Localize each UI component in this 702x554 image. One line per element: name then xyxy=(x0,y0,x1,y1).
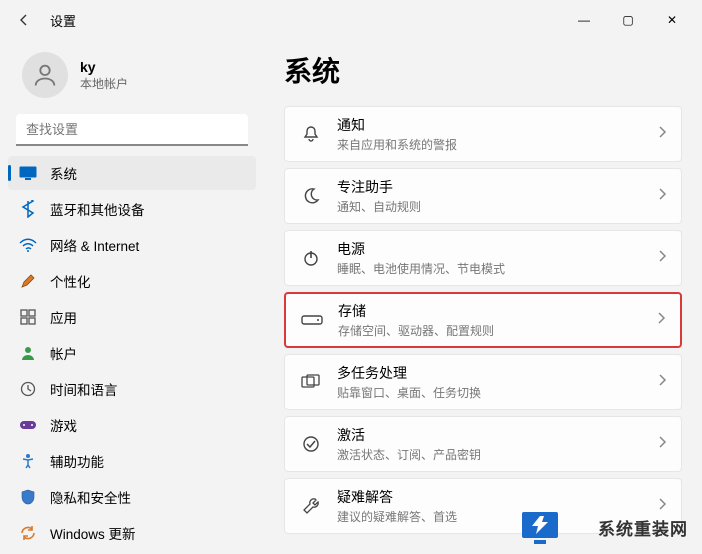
card-subtitle: 来自应用和系统的警报 xyxy=(337,136,657,153)
nav-label: 系统 xyxy=(50,163,77,183)
nav-gaming[interactable]: 游戏 xyxy=(8,408,256,442)
chevron-right-icon xyxy=(657,187,667,206)
nav-bluetooth[interactable]: 蓝牙和其他设备 xyxy=(8,192,256,226)
card-multitasking[interactable]: 多任务处理 贴靠窗口、桌面、任务切换 xyxy=(284,354,682,410)
main-panel: 系统 通知 来自应用和系统的警报 专注助手 通知、自动规则 xyxy=(264,40,702,554)
card-subtitle: 睡眠、电池使用情况、节电模式 xyxy=(337,260,657,277)
search-input[interactable] xyxy=(16,114,248,146)
watermark-text: 系统重装网 xyxy=(598,515,688,540)
chevron-right-icon xyxy=(657,435,667,454)
shield-icon xyxy=(18,487,38,507)
clock-icon xyxy=(18,379,38,399)
card-power[interactable]: 电源 睡眠、电池使用情况、节电模式 xyxy=(284,230,682,286)
bluetooth-icon xyxy=(18,199,38,219)
update-icon xyxy=(18,523,38,543)
nav-label: 隐私和安全性 xyxy=(50,487,131,507)
nav-label: 应用 xyxy=(50,307,77,327)
chevron-right-icon xyxy=(657,125,667,144)
window-title: 设置 xyxy=(50,11,76,30)
nav-label: 时间和语言 xyxy=(50,379,118,399)
avatar xyxy=(22,52,68,98)
card-subtitle: 通知、自动规则 xyxy=(337,198,657,215)
card-title: 多任务处理 xyxy=(337,363,657,383)
card-subtitle: 激活状态、订阅、产品密钥 xyxy=(337,446,657,463)
user-account-type: 本地帐户 xyxy=(80,75,128,92)
card-title: 通知 xyxy=(337,115,657,135)
nav-time-language[interactable]: 时间和语言 xyxy=(8,372,256,406)
power-icon xyxy=(299,246,323,270)
close-button[interactable]: ✕ xyxy=(650,4,694,36)
card-title: 专注助手 xyxy=(337,177,657,197)
card-title: 激活 xyxy=(337,425,657,445)
maximize-icon: ▢ xyxy=(622,13,633,27)
back-button[interactable] xyxy=(8,4,40,36)
card-title: 电源 xyxy=(337,239,657,259)
nav-personalization[interactable]: 个性化 xyxy=(8,264,256,298)
minimize-icon: — xyxy=(578,13,590,27)
nav-label: 蓝牙和其他设备 xyxy=(50,199,145,219)
nav-apps[interactable]: 应用 xyxy=(8,300,256,334)
card-storage[interactable]: 存储 存储空间、驱动器、配置规则 xyxy=(284,292,682,348)
nav-label: 游戏 xyxy=(50,415,77,435)
search-wrap xyxy=(16,114,248,146)
chevron-right-icon xyxy=(657,373,667,392)
card-focus-assist[interactable]: 专注助手 通知、自动规则 xyxy=(284,168,682,224)
card-title: 疑难解答 xyxy=(337,487,657,507)
watermark-logo-icon xyxy=(518,506,562,546)
nav-windows-update[interactable]: Windows 更新 xyxy=(8,516,256,550)
chevron-right-icon xyxy=(656,311,666,330)
nav-network[interactable]: 网络 & Internet xyxy=(8,228,256,262)
display-icon xyxy=(18,163,38,183)
window-buttons: — ▢ ✕ xyxy=(562,4,694,36)
sidebar: ky 本地帐户 系统 蓝牙和其他设备 网络 & Internet 个性化 xyxy=(0,40,264,554)
card-title: 存储 xyxy=(338,301,656,321)
page-title: 系统 xyxy=(284,50,682,90)
titlebar: 设置 — ▢ ✕ xyxy=(0,0,702,40)
card-subtitle: 存储空间、驱动器、配置规则 xyxy=(338,322,656,339)
storage-icon xyxy=(300,308,324,332)
nav-privacy[interactable]: 隐私和安全性 xyxy=(8,480,256,514)
maximize-button[interactable]: ▢ xyxy=(606,4,650,36)
wrench-icon xyxy=(299,494,323,518)
brush-icon xyxy=(18,271,38,291)
settings-list: 通知 来自应用和系统的警报 专注助手 通知、自动规则 电源 睡眠、电池使用情况、… xyxy=(284,106,682,534)
apps-icon xyxy=(18,307,38,327)
chevron-right-icon xyxy=(657,249,667,268)
user-info: ky 本地帐户 xyxy=(80,59,128,92)
bell-icon xyxy=(299,122,323,146)
nav-system[interactable]: 系统 xyxy=(8,156,256,190)
minimize-button[interactable]: — xyxy=(562,4,606,36)
check-circle-icon xyxy=(299,432,323,456)
nav: 系统 蓝牙和其他设备 网络 & Internet 个性化 应用 帐户 xyxy=(0,156,264,550)
card-notifications[interactable]: 通知 来自应用和系统的警报 xyxy=(284,106,682,162)
chevron-right-icon xyxy=(657,497,667,516)
nav-accounts[interactable]: 帐户 xyxy=(8,336,256,370)
account-icon xyxy=(18,343,38,363)
nav-label: 帐户 xyxy=(50,343,77,363)
multitask-icon xyxy=(299,370,323,394)
accessibility-icon xyxy=(18,451,38,471)
user-name: ky xyxy=(80,59,128,75)
nav-label: 辅助功能 xyxy=(50,451,104,471)
card-subtitle: 贴靠窗口、桌面、任务切换 xyxy=(337,384,657,401)
gamepad-icon xyxy=(18,415,38,435)
nav-label: 网络 & Internet xyxy=(50,235,139,255)
card-activation[interactable]: 激活 激活状态、订阅、产品密钥 xyxy=(284,416,682,472)
person-icon xyxy=(31,61,59,89)
nav-label: 个性化 xyxy=(50,271,91,291)
nav-label: Windows 更新 xyxy=(50,523,136,543)
close-icon: ✕ xyxy=(667,13,677,27)
wifi-icon xyxy=(18,235,38,255)
moon-icon xyxy=(299,184,323,208)
arrow-left-icon xyxy=(16,12,32,28)
nav-accessibility[interactable]: 辅助功能 xyxy=(8,444,256,478)
user-profile[interactable]: ky 本地帐户 xyxy=(0,44,264,110)
